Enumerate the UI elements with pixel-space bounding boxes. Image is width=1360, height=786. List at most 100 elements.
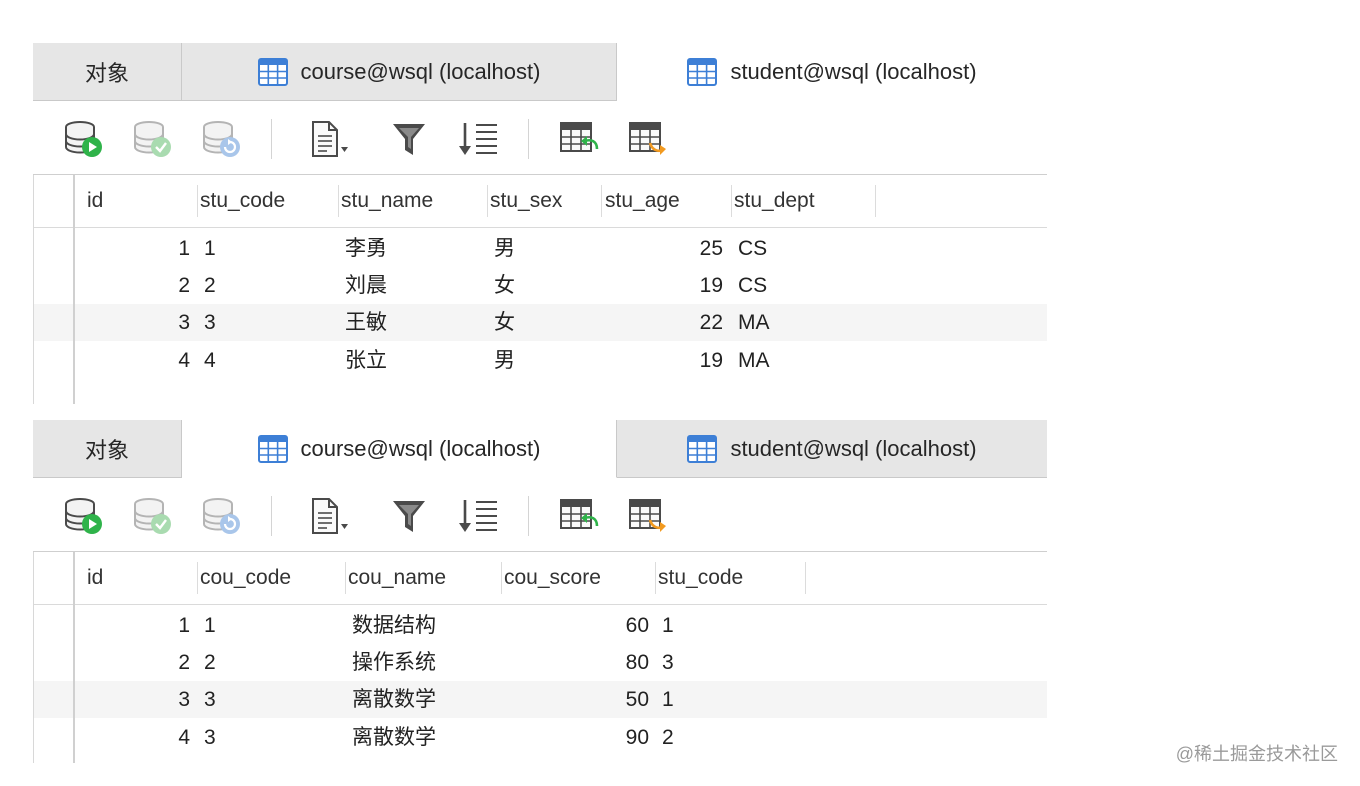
column-separator[interactable]: [487, 185, 488, 217]
cell-id[interactable]: 1: [93, 607, 190, 644]
column-separator[interactable]: [655, 562, 656, 594]
text-view-icon[interactable]: [307, 496, 349, 536]
column-header-stu-name[interactable]: stu_name: [341, 175, 433, 227]
cell-id[interactable]: 3: [93, 681, 190, 718]
export-icon[interactable]: [628, 119, 670, 159]
filter-icon[interactable]: [388, 119, 430, 159]
column-separator[interactable]: [875, 185, 876, 217]
cell-stu-code[interactable]: 2: [662, 719, 674, 756]
rollback-icon[interactable]: [201, 119, 243, 159]
cell-stu-dept[interactable]: MA: [738, 342, 770, 379]
cell-cou-score[interactable]: 50: [508, 681, 649, 718]
filter-icon[interactable]: [388, 496, 430, 536]
rollback-icon[interactable]: [201, 496, 243, 536]
export-icon[interactable]: [628, 496, 670, 536]
column-header-stu-code[interactable]: stu_code: [658, 552, 743, 604]
sort-icon[interactable]: [457, 496, 499, 536]
sort-icon[interactable]: [457, 119, 499, 159]
cell-stu-name[interactable]: 张立: [345, 342, 387, 379]
column-header-id[interactable]: id: [87, 175, 103, 227]
cell-id[interactable]: 4: [93, 342, 190, 379]
cell-stu-code[interactable]: 1: [662, 607, 674, 644]
column-separator[interactable]: [338, 185, 339, 217]
column-separator[interactable]: [501, 562, 502, 594]
table-row[interactable]: 1 1 数据结构 60 1: [33, 607, 1047, 644]
tab-student[interactable]: student@wsql (localhost): [617, 420, 1047, 478]
cell-stu-dept[interactable]: CS: [738, 267, 767, 304]
tab-objects[interactable]: 对象: [33, 43, 182, 101]
table-row[interactable]: 2 2 操作系统 80 3: [33, 644, 1047, 681]
tab-course[interactable]: course@wsql (localhost): [182, 43, 617, 101]
import-icon[interactable]: [559, 496, 601, 536]
column-header-stu-code[interactable]: stu_code: [200, 175, 285, 227]
column-separator[interactable]: [197, 562, 198, 594]
watermark: @稀土掘金技术社区: [1175, 744, 1338, 764]
column-separator[interactable]: [601, 185, 602, 217]
cell-cou-name[interactable]: 数据结构: [352, 607, 436, 644]
cell-stu-name[interactable]: 李勇: [345, 230, 387, 267]
begin-transaction-icon[interactable]: [63, 119, 105, 159]
table-row[interactable]: 3 3 王敏 女 22 MA: [33, 304, 1047, 341]
cell-cou-code[interactable]: 3: [204, 719, 216, 756]
cell-cou-code[interactable]: 1: [204, 607, 216, 644]
toolbar-separator: [528, 496, 529, 536]
table-row[interactable]: 2 2 刘晨 女 19 CS: [33, 267, 1047, 304]
cell-stu-sex[interactable]: 女: [494, 304, 515, 341]
cell-stu-code[interactable]: 2: [204, 267, 216, 304]
table-row[interactable]: 3 3 离散数学 50 1: [33, 681, 1047, 718]
column-header-cou-name[interactable]: cou_name: [348, 552, 446, 604]
cell-cou-name[interactable]: 离散数学: [352, 681, 436, 718]
cell-stu-sex[interactable]: 男: [494, 230, 515, 267]
tab-student-label: student@wsql (localhost): [730, 58, 977, 84]
cell-stu-age[interactable]: 22: [609, 304, 723, 341]
cell-stu-age[interactable]: 19: [609, 342, 723, 379]
column-header-cou-code[interactable]: cou_code: [200, 552, 291, 604]
column-header-cou-score[interactable]: cou_score: [504, 552, 601, 604]
cell-stu-dept[interactable]: MA: [738, 304, 770, 341]
cell-stu-age[interactable]: 19: [609, 267, 723, 304]
cell-id[interactable]: 2: [93, 644, 190, 681]
column-header-id[interactable]: id: [87, 552, 103, 604]
cell-cou-score[interactable]: 60: [508, 607, 649, 644]
column-header-stu-age[interactable]: stu_age: [605, 175, 680, 227]
cell-cou-name[interactable]: 离散数学: [352, 719, 436, 756]
cell-cou-score[interactable]: 90: [508, 719, 649, 756]
table-row[interactable]: 4 4 张立 男 19 MA: [33, 342, 1047, 379]
column-header-stu-dept[interactable]: stu_dept: [734, 175, 815, 227]
cell-stu-sex[interactable]: 男: [494, 342, 515, 379]
column-separator[interactable]: [345, 562, 346, 594]
begin-transaction-icon[interactable]: [63, 496, 105, 536]
table-row[interactable]: 4 3 离散数学 90 2: [33, 719, 1047, 756]
cell-id[interactable]: 3: [93, 304, 190, 341]
import-icon[interactable]: [559, 119, 601, 159]
cell-cou-code[interactable]: 3: [204, 681, 216, 718]
cell-stu-code[interactable]: 1: [662, 681, 674, 718]
cell-id[interactable]: 4: [93, 719, 190, 756]
tab-student[interactable]: student@wsql (localhost): [617, 43, 1047, 101]
cell-stu-code[interactable]: 3: [662, 644, 674, 681]
column-separator[interactable]: [197, 185, 198, 217]
cell-stu-sex[interactable]: 女: [494, 267, 515, 304]
column-separator[interactable]: [731, 185, 732, 217]
cell-cou-score[interactable]: 80: [508, 644, 649, 681]
column-header-stu-sex[interactable]: stu_sex: [490, 175, 562, 227]
cell-stu-code[interactable]: 4: [204, 342, 216, 379]
cell-cou-name[interactable]: 操作系统: [352, 644, 436, 681]
cell-id[interactable]: 2: [93, 267, 190, 304]
commit-icon[interactable]: [132, 119, 174, 159]
column-separator[interactable]: [805, 562, 806, 594]
tab-course[interactable]: course@wsql (localhost): [182, 420, 617, 478]
tab-objects[interactable]: 对象: [33, 420, 182, 478]
text-view-icon[interactable]: [307, 119, 349, 159]
cell-stu-name[interactable]: 刘晨: [345, 267, 387, 304]
cell-stu-code[interactable]: 1: [204, 230, 216, 267]
cell-stu-dept[interactable]: CS: [738, 230, 767, 267]
cell-stu-age[interactable]: 25: [609, 230, 723, 267]
commit-icon[interactable]: [132, 496, 174, 536]
table-row[interactable]: 1 1 李勇 男 25 CS: [33, 230, 1047, 267]
cell-cou-code[interactable]: 2: [204, 644, 216, 681]
tab-objects-label: 对象: [84, 60, 129, 86]
cell-id[interactable]: 1: [93, 230, 190, 267]
cell-stu-name[interactable]: 王敏: [345, 304, 387, 341]
cell-stu-code[interactable]: 3: [204, 304, 216, 341]
